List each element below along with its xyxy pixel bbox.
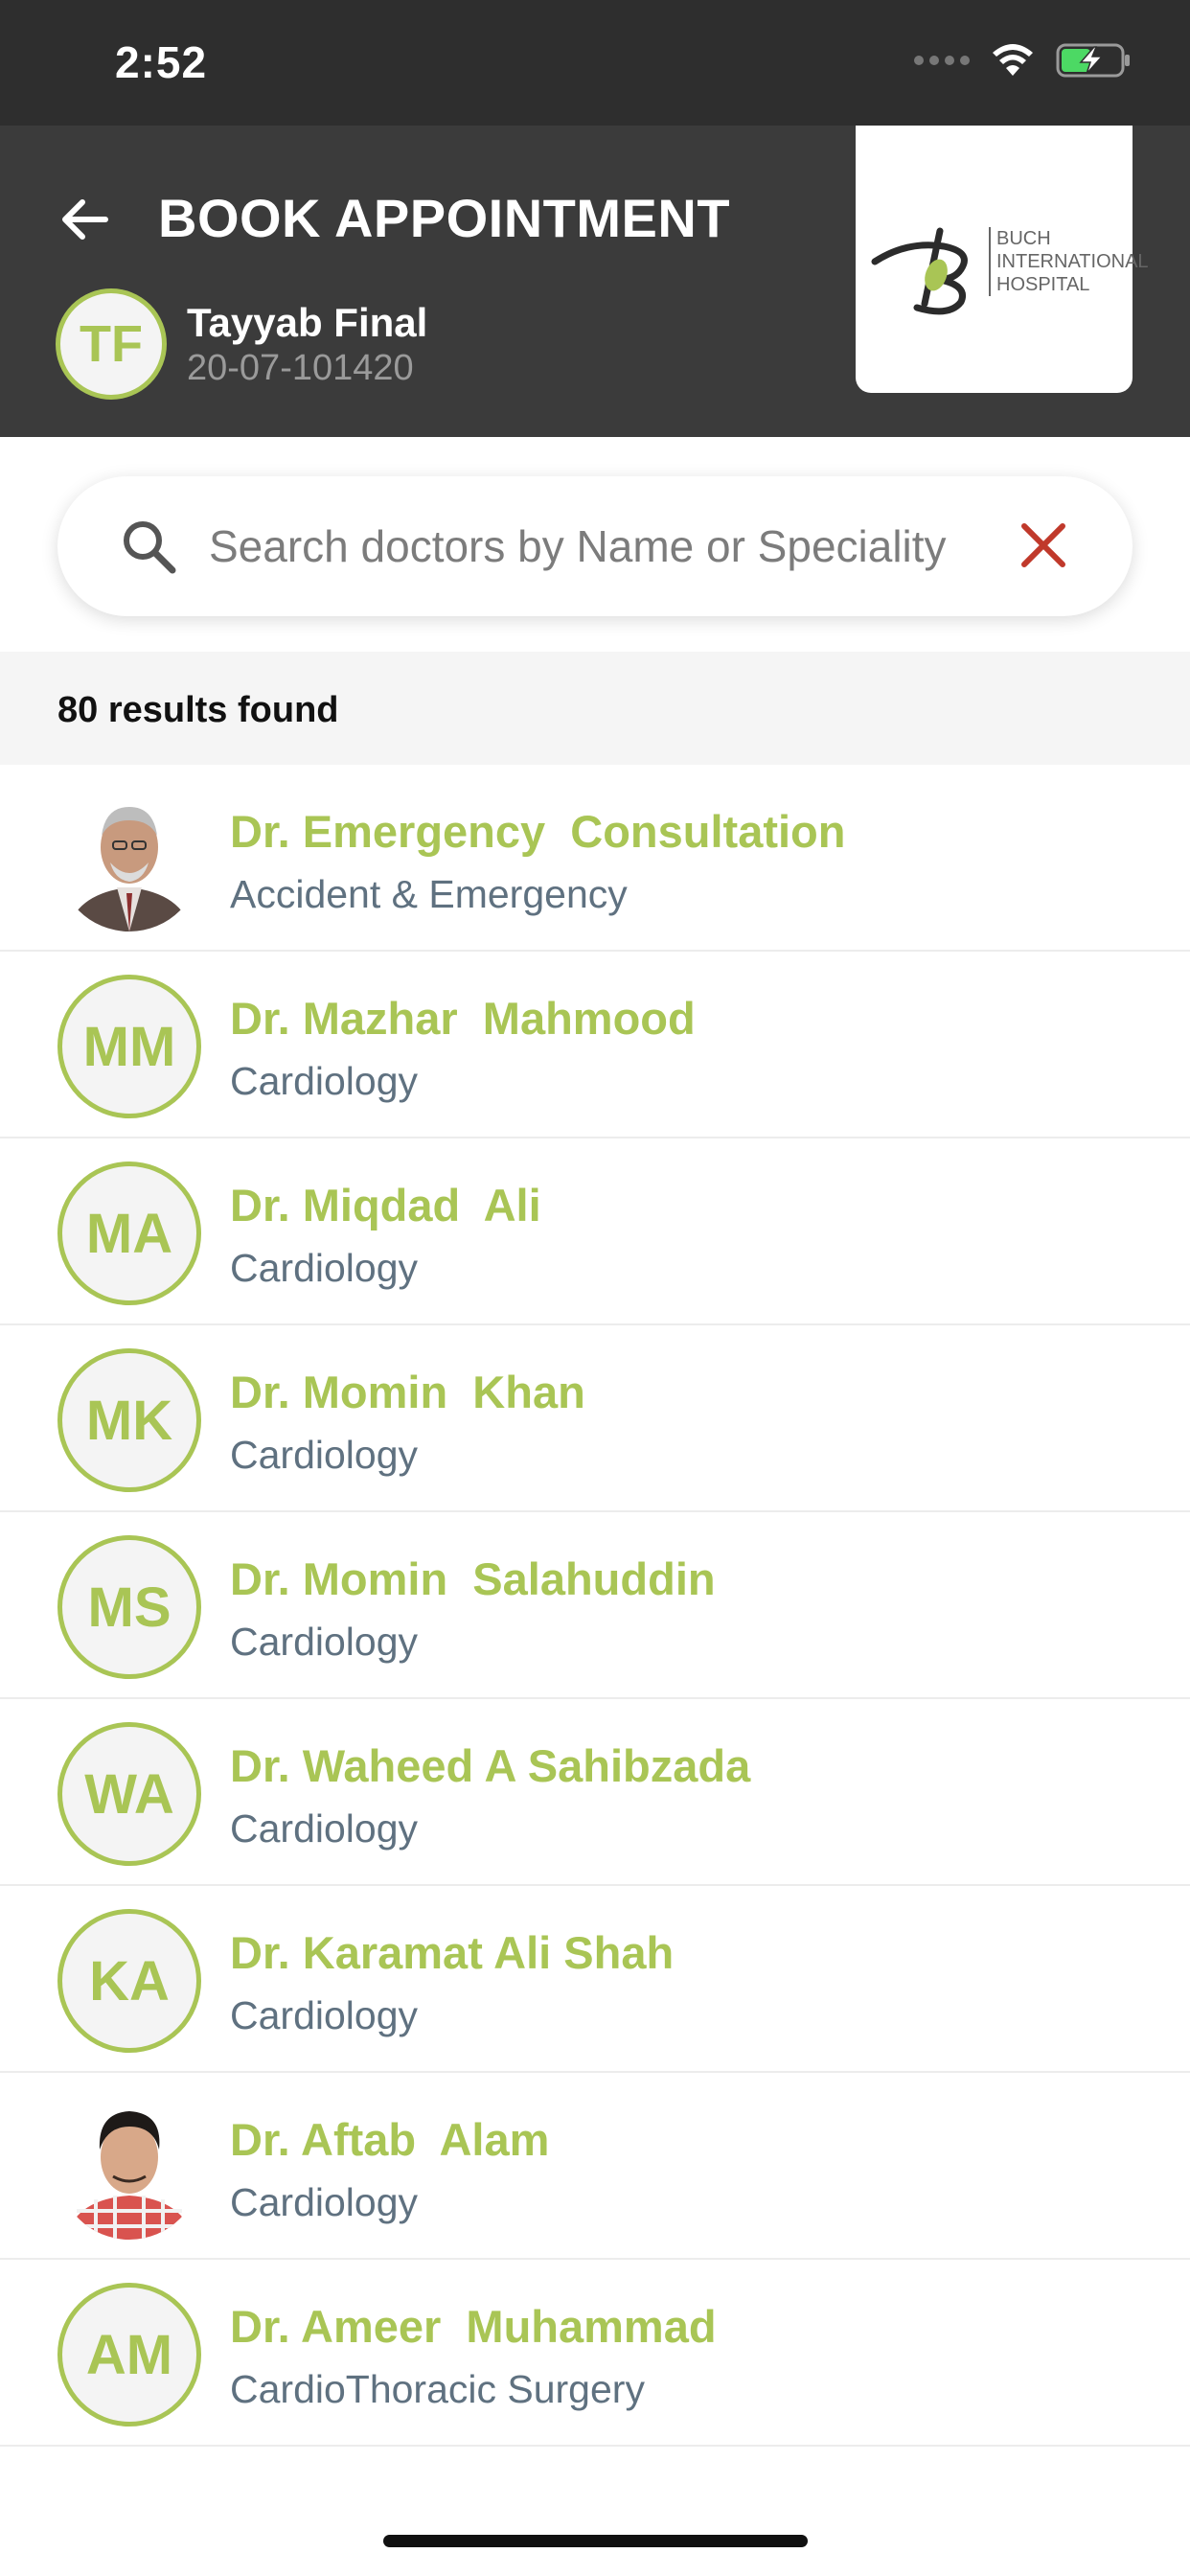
- close-icon: [1021, 523, 1065, 567]
- status-bar: 2:52: [0, 0, 1190, 126]
- doctor-avatar: KA: [57, 1909, 201, 2053]
- logo-line-1: BUCH: [996, 228, 1051, 249]
- doctor-avatar: MS: [57, 1535, 201, 1679]
- doctor-list-item[interactable]: MK Dr. Momin Khan Cardiology: [0, 1325, 1190, 1512]
- doctor-speciality: CardioThoracic Surgery: [230, 2367, 645, 2411]
- doctor-name: Dr. Ameer Muhammad: [230, 2301, 717, 2352]
- battery-charging-icon: [1056, 43, 1130, 78]
- doctor-photo: [57, 2096, 201, 2240]
- doctor-speciality: Accident & Emergency: [230, 872, 628, 916]
- wifi-icon: [993, 44, 1033, 76]
- patient-avatar: TF: [56, 288, 167, 400]
- logo-line-3: HOSPITAL: [996, 274, 1090, 295]
- doctor-list: Dr. Emergency Consultation Accident & Em…: [0, 765, 1190, 2447]
- doctor-avatar: AM: [57, 2283, 201, 2426]
- doctor-list-item[interactable]: Dr. Emergency Consultation Accident & Em…: [0, 765, 1190, 952]
- results-bar: 80 results found: [0, 652, 1190, 765]
- patient-id: 20-07-101420: [187, 348, 414, 388]
- cellular-signal-icon: [914, 56, 970, 65]
- doctor-list-item[interactable]: AM Dr. Ameer Muhammad CardioThoracic Sur…: [0, 2260, 1190, 2447]
- doctor-name: Dr. Emergency Consultation: [230, 806, 846, 857]
- doctor-avatar: MK: [57, 1348, 201, 1492]
- page-title: BOOK APPOINTMENT: [158, 188, 731, 248]
- doctor-name: Dr. Karamat Ali Shah: [230, 1927, 675, 1978]
- doctor-avatar: MM: [57, 975, 201, 1118]
- doctor-speciality: Cardiology: [230, 1993, 418, 2037]
- doctor-list-item[interactable]: MA Dr. Miqdad Ali Cardiology: [0, 1138, 1190, 1325]
- home-indicator: [383, 2535, 808, 2547]
- doctor-speciality: Cardiology: [230, 1620, 418, 1664]
- doctor-list-item[interactable]: Dr. Aftab Alam Cardiology: [0, 2073, 1190, 2260]
- doctor-speciality: Cardiology: [230, 1246, 418, 1290]
- doctor-photo: [57, 788, 201, 932]
- back-button[interactable]: [56, 191, 113, 248]
- doctor-speciality: Cardiology: [230, 1806, 418, 1851]
- doctor-name: Dr. Momin Khan: [230, 1367, 585, 1417]
- doctor-avatar: MA: [57, 1162, 201, 1305]
- status-icons: [914, 42, 1133, 79]
- doctor-list-item[interactable]: WA Dr. Waheed A Sahibzada Cardiology: [0, 1699, 1190, 1886]
- doctor-name: Dr. Mazhar Mahmood: [230, 993, 696, 1044]
- hospital-logo-text: BUCH INTERNATIONAL HOSPITAL: [989, 227, 1149, 296]
- clear-search-button[interactable]: [1017, 518, 1070, 572]
- results-count: 80 results found: [57, 690, 339, 730]
- logo-line-2: INTERNATIONAL: [996, 251, 1149, 272]
- status-time: 2:52: [115, 37, 208, 87]
- doctor-avatar: WA: [57, 1722, 201, 1866]
- hospital-logo: BUCH INTERNATIONAL HOSPITAL: [856, 126, 1149, 393]
- doctor-name: Dr. Waheed A Sahibzada: [230, 1740, 751, 1791]
- search-input[interactable]: [209, 513, 1023, 580]
- doctor-speciality: Cardiology: [230, 2180, 418, 2224]
- doctor-name: Dr. Momin Salahuddin: [230, 1553, 716, 1604]
- doctor-list-item[interactable]: KA Dr. Karamat Ali Shah Cardiology: [0, 1886, 1190, 2073]
- search-box: [57, 476, 1133, 616]
- search-icon: [124, 521, 176, 574]
- doctor-speciality: Cardiology: [230, 1433, 418, 1477]
- doctor-speciality: Cardiology: [230, 1059, 418, 1103]
- arrow-left-icon: [62, 199, 108, 240]
- doctor-list-item[interactable]: MS Dr. Momin Salahuddin Cardiology: [0, 1512, 1190, 1699]
- patient-name: Tayyab Final: [187, 300, 428, 345]
- hospital-logo-mark: [871, 227, 968, 315]
- doctor-name: Dr. Miqdad Ali: [230, 1180, 541, 1230]
- doctor-list-item[interactable]: MM Dr. Mazhar Mahmood Cardiology: [0, 952, 1190, 1138]
- doctor-name: Dr. Aftab Alam: [230, 2114, 550, 2165]
